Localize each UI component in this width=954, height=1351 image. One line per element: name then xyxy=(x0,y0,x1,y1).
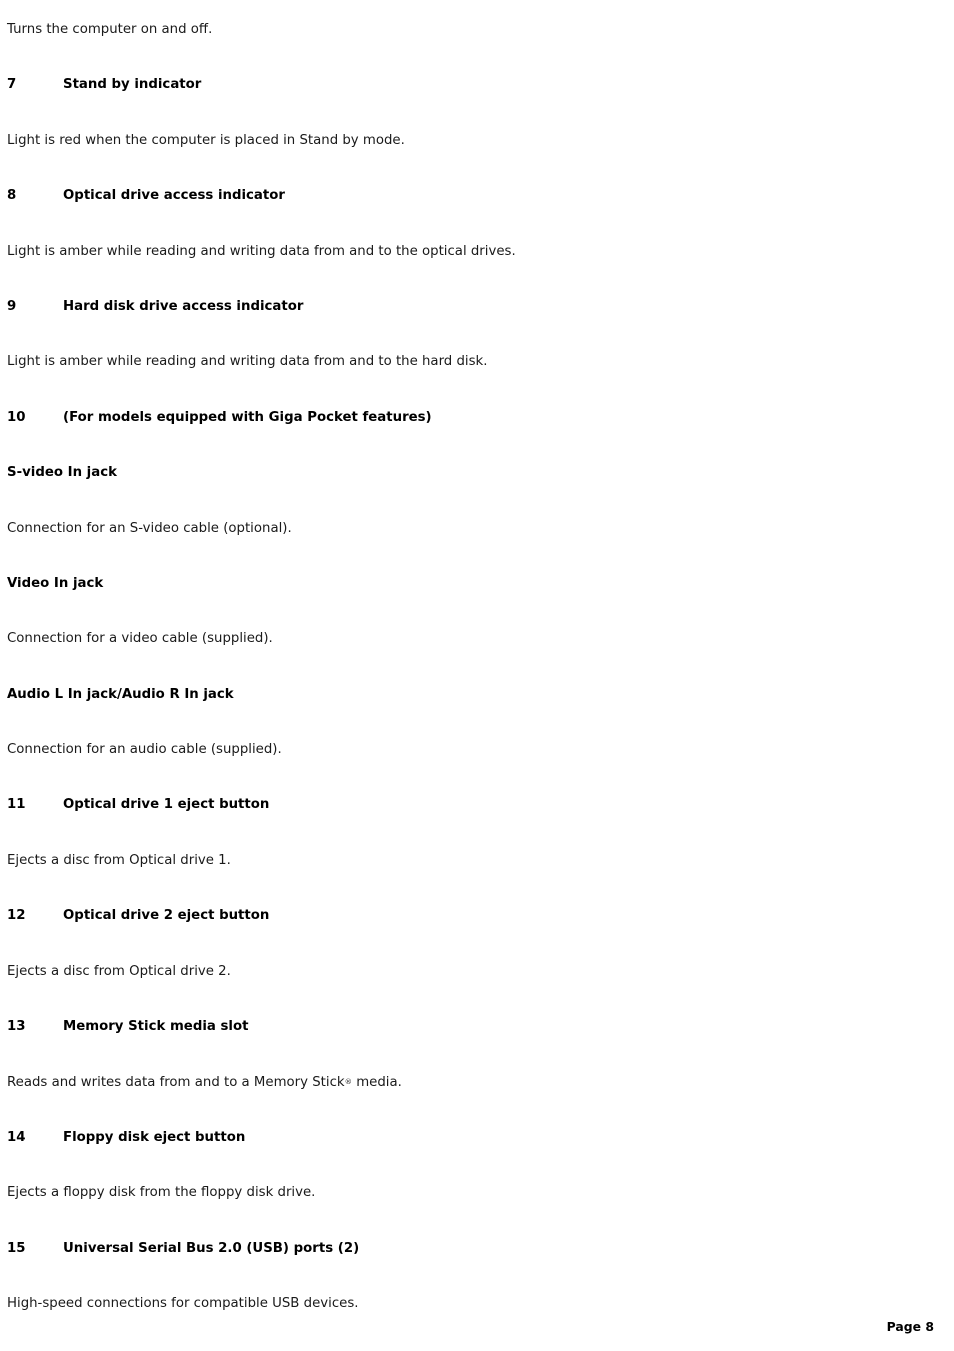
numbered-heading-line: 13 Memory Stick media slot xyxy=(7,1018,907,1035)
numbered-heading-line: 12 Optical drive 2 eject button xyxy=(7,907,907,924)
body-paragraph-text: Light is amber while reading and writing… xyxy=(7,243,516,259)
body-paragraph: Ejects a disc from Optical drive 1. xyxy=(7,852,907,907)
numbered-heading-line: 11 Optical drive 1 eject button xyxy=(7,796,907,813)
body-paragraph-text: Connection for a video cable (supplied). xyxy=(7,631,273,647)
sub-heading: S-video In jack xyxy=(7,464,907,519)
body-paragraph: Light is amber while reading and writing… xyxy=(7,243,907,298)
numbered-heading-line: 9 Hard disk drive access indicator xyxy=(7,298,907,315)
body-paragraph-text: Ejects a disc from Optical drive 2. xyxy=(7,963,231,979)
numbered-heading-line: 8 Optical drive access indicator xyxy=(7,187,907,204)
page-number-footer: Page 8 xyxy=(886,1319,934,1334)
body-paragraph: Light is red when the computer is placed… xyxy=(7,132,907,187)
numbered-heading: 7 Stand by indicator xyxy=(7,76,907,131)
body-paragraph-text: Ejects a disc from Optical drive 1. xyxy=(7,852,231,868)
sub-heading-text: S-video In jack xyxy=(7,465,117,481)
numbered-heading: 15 Universal Serial Bus 2.0 (USB) ports (… xyxy=(7,1240,907,1295)
item-number: 11 xyxy=(7,797,26,813)
body-paragraph: Reads and writes data from and to a Memo… xyxy=(7,1073,907,1128)
document-body: Turns the computer on and off. 7 Stand by … xyxy=(7,21,907,1350)
sub-heading-text: Video In jack xyxy=(7,575,104,591)
item-number: 10 xyxy=(7,409,26,425)
item-label: Optical drive 2 eject button xyxy=(63,908,270,924)
numbered-heading-line: 10 (For models equipped with Giga Pocket … xyxy=(7,409,907,426)
item-label: Optical drive access indicator xyxy=(63,188,285,204)
item-label: Floppy disk eject button xyxy=(63,1129,246,1145)
item-number: 12 xyxy=(7,908,26,924)
body-text-segment: media. xyxy=(352,1075,402,1091)
numbered-heading-line: 14 Floppy disk eject button xyxy=(7,1129,907,1146)
item-number: 14 xyxy=(7,1129,26,1145)
body-paragraph: Connection for a video cable (supplied). xyxy=(7,630,907,685)
body-paragraph-text: Turns the computer on and off. xyxy=(7,22,213,37)
document-page: Turns the computer on and off. 7 Stand by … xyxy=(0,0,954,1351)
item-label: Hard disk drive access indicator xyxy=(63,298,304,314)
item-label: (For models equipped with Giga Pocket fe… xyxy=(63,409,432,425)
sub-heading: Video In jack xyxy=(7,575,907,630)
numbered-heading: 14 Floppy disk eject button xyxy=(7,1129,907,1184)
body-paragraph: Connection for an audio cable (supplied)… xyxy=(7,741,907,796)
item-label: Memory Stick media slot xyxy=(63,1019,249,1035)
item-number: 8 xyxy=(7,188,17,204)
numbered-heading: 8 Optical drive access indicator xyxy=(7,187,907,242)
sub-heading-text: Audio L In jack/Audio R In jack xyxy=(7,686,234,702)
body-paragraph-text: Ejects a floppy disk from the floppy dis… xyxy=(7,1185,316,1201)
body-paragraph: Turns the computer on and off. xyxy=(7,21,907,76)
item-number: 15 xyxy=(7,1240,26,1256)
numbered-heading-line: 15 Universal Serial Bus 2.0 (USB) ports (… xyxy=(7,1240,907,1257)
body-paragraph: Ejects a floppy disk from the floppy dis… xyxy=(7,1184,907,1239)
registered-trademark-icon: ® xyxy=(344,1077,352,1087)
item-number: 9 xyxy=(7,298,17,314)
body-paragraph-text: Connection for an audio cable (supplied)… xyxy=(7,742,282,758)
body-paragraph: Ejects a disc from Optical drive 2. xyxy=(7,963,907,1018)
item-number: 13 xyxy=(7,1019,26,1035)
body-paragraph-text: Connection for an S-video cable (optiona… xyxy=(7,520,292,536)
body-paragraph: Light is amber while reading and writing… xyxy=(7,353,907,408)
body-paragraph-text: Light is red when the computer is placed… xyxy=(7,132,405,148)
item-label: Stand by indicator xyxy=(63,77,202,93)
body-paragraph-text: Light is amber while reading and writing… xyxy=(7,354,488,370)
body-paragraph: High-speed connections for compatible US… xyxy=(7,1295,907,1350)
body-paragraph: Connection for an S-video cable (optiona… xyxy=(7,520,907,575)
item-label: Optical drive 1 eject button xyxy=(63,797,270,813)
numbered-heading: 13 Memory Stick media slot xyxy=(7,1018,907,1073)
numbered-heading: 12 Optical drive 2 eject button xyxy=(7,907,907,962)
sub-heading: Audio L In jack/Audio R In jack xyxy=(7,686,907,741)
body-paragraph-text: Reads and writes data from and to a Memo… xyxy=(7,1073,907,1091)
body-text-segment: Reads and writes data from and to a Memo… xyxy=(7,1075,345,1091)
numbered-heading: 9 Hard disk drive access indicator xyxy=(7,298,907,353)
item-label: Universal Serial Bus 2.0 (USB) ports (2) xyxy=(63,1240,360,1256)
numbered-heading-line: 7 Stand by indicator xyxy=(7,76,907,93)
item-number: 7 xyxy=(7,77,17,93)
body-paragraph-text: High-speed connections for compatible US… xyxy=(7,1295,359,1311)
numbered-heading: 11 Optical drive 1 eject button xyxy=(7,796,907,851)
numbered-heading: 10 (For models equipped with Giga Pocket … xyxy=(7,409,907,464)
